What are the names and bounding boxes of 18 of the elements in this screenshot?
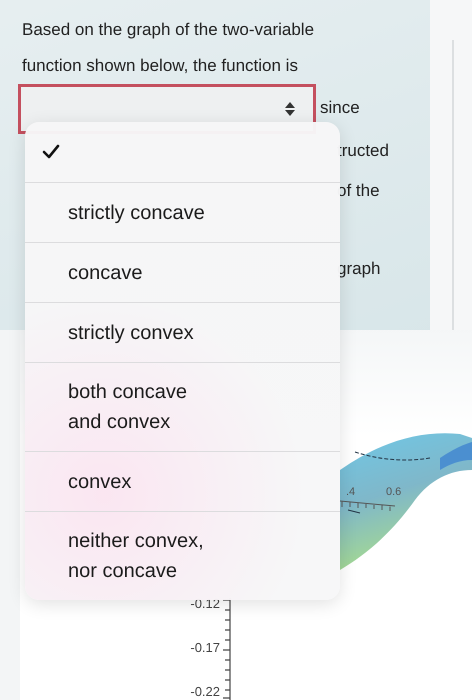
question-text: since <box>320 98 360 118</box>
dropdown-option[interactable]: strictly concave <box>25 182 340 242</box>
up-down-arrows-icon <box>285 102 295 116</box>
question-text: tructed <box>337 140 389 162</box>
tick-label: .4 <box>346 486 356 498</box>
question-text: function shown below, the function is <box>22 55 299 77</box>
dropdown-option[interactable]: both concave and convex <box>25 362 340 451</box>
question-text: Based on the graph of the two-variable <box>22 19 316 41</box>
dropdown-option[interactable]: concave <box>25 242 340 302</box>
tick-label: 0.6 <box>386 486 402 498</box>
dropdown-option[interactable]: convex <box>25 451 340 511</box>
tick-label: -0.17 <box>190 640 220 655</box>
question-text: of the <box>337 180 380 202</box>
dropdown-option[interactable]: strictly convex <box>25 302 340 362</box>
axis-ruler <box>340 500 396 512</box>
question-text: graph <box>337 258 380 280</box>
tick-label: -0.22 <box>190 684 220 699</box>
dropdown-option[interactable]: neither convex, nor concave <box>25 511 340 600</box>
